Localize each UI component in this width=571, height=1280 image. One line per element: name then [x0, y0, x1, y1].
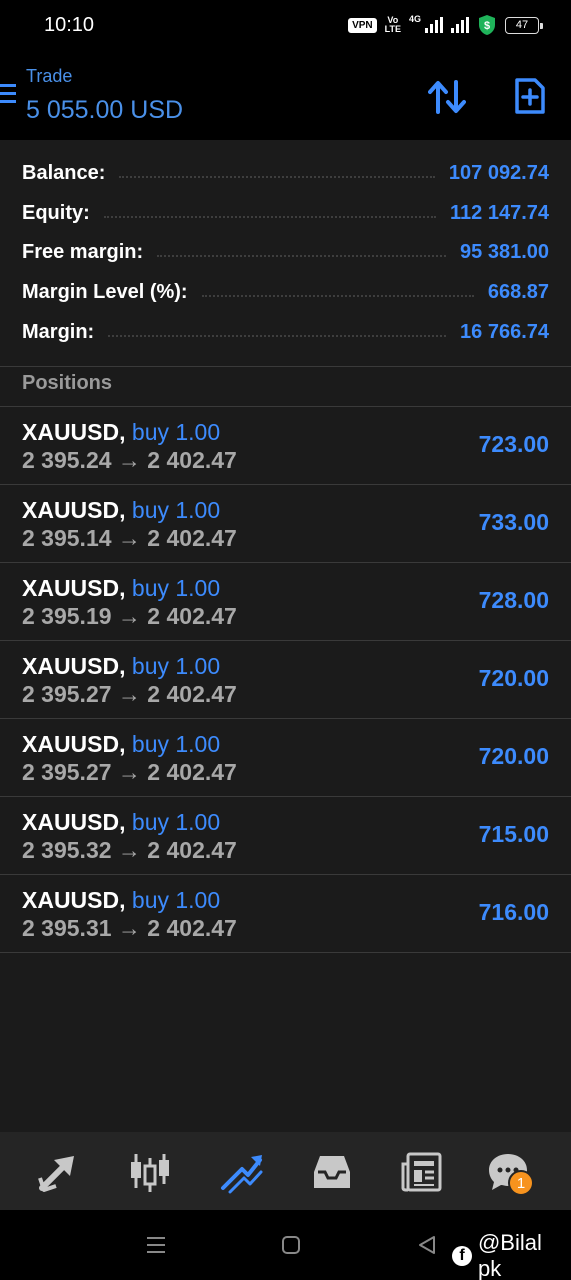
back-icon[interactable]: [416, 1234, 438, 1256]
watermark-text: @Bilal pk: [477, 1230, 542, 1280]
summary-label: Equity:: [22, 201, 90, 224]
summary-value: 668.87: [487, 280, 549, 303]
position-profit: 715.00: [478, 821, 549, 847]
position-prices: 2 395.31 → 2 402.47: [22, 915, 237, 941]
position-profit: 716.00: [478, 899, 549, 925]
position-direction: buy 1.00: [131, 575, 221, 601]
position-profit: 720.00: [478, 665, 549, 691]
position-symbol: XAUUSD,: [22, 731, 126, 757]
position-prices: 2 395.19 → 2 402.47: [22, 603, 237, 629]
position-symbol: XAUUSD,: [22, 653, 126, 679]
position-row[interactable]: XAUUSD, buy 1.00 2 395.31 → 2 402.47 716…: [0, 875, 571, 953]
position-row[interactable]: XAUUSD, buy 1.00 2 395.27 → 2 402.47 720…: [0, 641, 571, 719]
position-direction: buy 1.00: [131, 887, 221, 913]
signal-2-icon: [451, 17, 469, 33]
secure-dollar-icon: $: [479, 15, 495, 35]
news-icon[interactable]: [400, 1150, 444, 1194]
vpn-indicator: VPN: [348, 17, 377, 33]
summary-label: Balance:: [22, 161, 106, 184]
position-prices: 2 395.32 → 2 402.47: [22, 837, 237, 863]
position-direction: buy 1.00: [131, 809, 221, 835]
volte-bottom: LTE: [384, 24, 401, 34]
position-symbol: XAUUSD,: [22, 575, 126, 601]
position-symbol: XAUUSD,: [22, 497, 126, 523]
header-title: 5 055.00 USD: [26, 96, 184, 124]
status-icons: VPN Vo LTE 4G $ 47: [348, 14, 543, 36]
dotted-leader: [201, 295, 474, 297]
summary-label: Margin Level (%):: [22, 280, 188, 303]
summary-row-equity: Equity: 112 147.74: [22, 198, 549, 228]
facebook-icon: f: [452, 1246, 472, 1266]
new-order-icon[interactable]: [514, 78, 546, 114]
position-symbol: XAUUSD,: [22, 419, 126, 445]
summary-value: 112 147.74: [450, 201, 549, 224]
dotted-leader: [103, 216, 436, 218]
quotes-icon[interactable]: [36, 1150, 80, 1194]
position-direction: buy 1.00: [131, 419, 221, 445]
dotted-leader: [108, 335, 447, 337]
position-row[interactable]: XAUUSD, buy 1.00 2 395.14 → 2 402.47 733…: [0, 485, 571, 563]
divider: [0, 366, 571, 367]
trade-icon[interactable]: [220, 1150, 264, 1194]
position-prices: 2 395.27 → 2 402.47: [22, 681, 237, 707]
summary-value: 107 092.74: [448, 161, 549, 184]
summary-label: Margin:: [22, 320, 95, 343]
position-direction: buy 1.00: [131, 497, 221, 523]
history-icon[interactable]: [310, 1150, 354, 1194]
position-direction: buy 1.00: [131, 731, 221, 757]
chat-badge: 1: [508, 1170, 534, 1196]
summary-value: 16 766.74: [460, 320, 549, 343]
status-time: 10:10: [44, 14, 95, 36]
summary-row-balance: Balance: 107 092.74: [22, 158, 549, 188]
position-symbol: XAUUSD,: [22, 809, 126, 835]
trade-panel: Balance: 107 092.74 Equity: 112 147.74 F…: [0, 140, 571, 1132]
summary-row-free-margin: Free margin: 95 381.00: [22, 237, 549, 267]
dotted-leader: [157, 255, 447, 257]
header-subtitle: Trade: [26, 66, 73, 86]
volte-indicator: Vo LTE: [385, 16, 401, 34]
network-type: 4G: [408, 14, 421, 24]
position-symbol: XAUUSD,: [22, 887, 126, 913]
position-row[interactable]: XAUUSD, buy 1.00 2 395.27 → 2 402.47 720…: [0, 719, 571, 797]
position-row[interactable]: XAUUSD, buy 1.00 2 395.32 → 2 402.47 715…: [0, 797, 571, 875]
bottom-nav: [0, 1132, 571, 1210]
menu-icon[interactable]: [0, 84, 16, 106]
app-header: Trade 5 055.00 USD: [0, 52, 571, 140]
position-profit: 728.00: [478, 587, 549, 613]
watermark: f @Bilal pk: [452, 1230, 571, 1280]
position-row[interactable]: XAUUSD, buy 1.00 2 395.24 → 2 402.47 723…: [0, 407, 571, 485]
positions-section-title: Positions: [22, 372, 113, 394]
summary-row-margin-level: Margin Level (%): 668.87: [22, 277, 549, 307]
summary-label: Free margin:: [22, 240, 144, 263]
dotted-leader: [119, 176, 435, 178]
summary-row-margin: Margin: 16 766.74: [22, 317, 549, 347]
svg-text:$: $: [484, 20, 490, 32]
position-prices: 2 395.27 → 2 402.47: [22, 759, 237, 785]
position-profit: 733.00: [478, 509, 549, 535]
position-prices: 2 395.24 → 2 402.47: [22, 447, 237, 473]
summary-value: 95 381.00: [460, 240, 549, 263]
sort-icon[interactable]: [428, 80, 466, 114]
position-profit: 723.00: [478, 431, 549, 457]
position-direction: buy 1.00: [131, 653, 221, 679]
battery-icon: 47: [505, 16, 543, 34]
status-bar: 10:10 VPN Vo LTE 4G $ 47: [0, 0, 571, 52]
position-profit: 720.00: [478, 743, 549, 769]
recent-apps-icon[interactable]: [145, 1234, 167, 1256]
chart-icon[interactable]: [128, 1150, 172, 1194]
position-prices: 2 395.14 → 2 402.47: [22, 525, 237, 551]
signal-icon: [425, 17, 443, 33]
position-row[interactable]: XAUUSD, buy 1.00 2 395.19 → 2 402.47 728…: [0, 563, 571, 641]
home-icon[interactable]: [281, 1235, 301, 1255]
